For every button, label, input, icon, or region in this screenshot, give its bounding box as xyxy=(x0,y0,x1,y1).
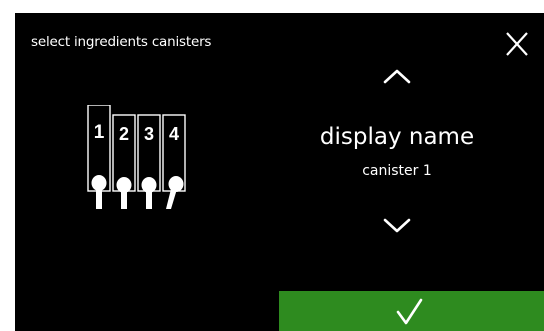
canister-4-label: 4 xyxy=(169,124,179,144)
previous-button[interactable] xyxy=(381,65,413,87)
canister-1-label: 1 xyxy=(94,122,105,143)
canister-3[interactable]: 3 xyxy=(137,114,161,209)
canister-3-label: 3 xyxy=(144,124,154,144)
selected-canister-value: canister 1 xyxy=(362,163,432,179)
close-button[interactable] xyxy=(502,29,532,59)
canister-diagram: 1 2 3 4 xyxy=(87,105,186,209)
chevron-down-icon xyxy=(383,218,411,233)
canister-2[interactable]: 2 xyxy=(112,114,136,209)
canister-4[interactable]: 4 xyxy=(162,114,186,209)
next-button[interactable] xyxy=(381,215,413,237)
close-icon xyxy=(506,32,528,56)
canister-2-label: 2 xyxy=(119,124,129,144)
confirm-button[interactable] xyxy=(279,291,544,331)
canister-1[interactable]: 1 xyxy=(87,105,111,209)
screen: select ingredients canisters 1 2 3 4 dis… xyxy=(15,13,544,331)
display-name-label: display name xyxy=(319,124,475,150)
checkmark-icon xyxy=(396,298,423,325)
chevron-up-icon xyxy=(383,69,411,84)
page-title: select ingredients canisters xyxy=(31,34,212,50)
